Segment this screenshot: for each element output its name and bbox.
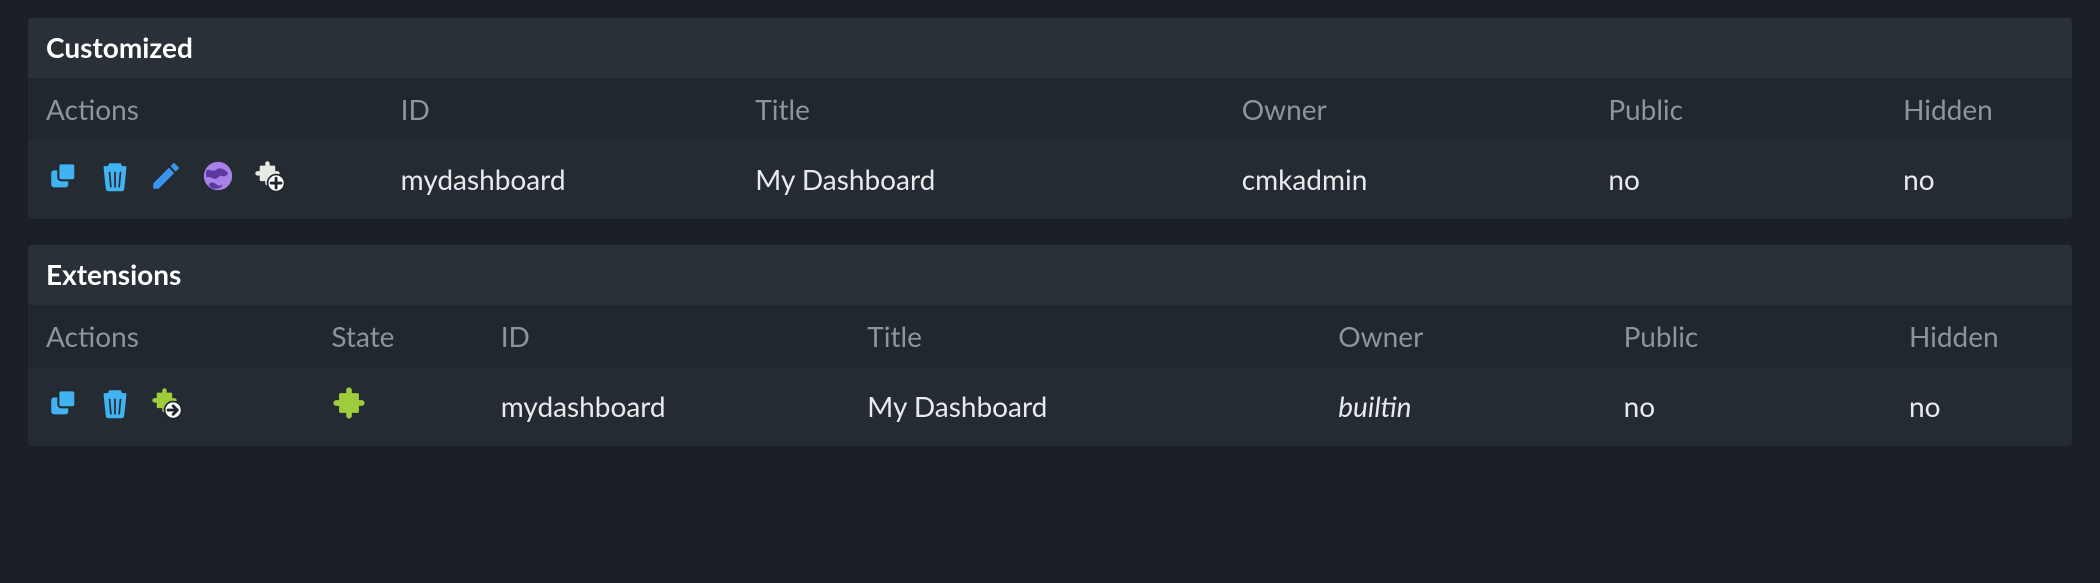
table-row: mydashboard My Dashboard cmkadmin no no [28,140,2072,219]
extensions-table: Actions State ID Title Owner Public Hidd… [28,305,2072,446]
col-header-hidden: Hidden [1885,78,2072,140]
cell-actions [28,367,313,446]
col-header-owner: Owner [1320,305,1605,367]
cell-public: no [1606,367,1891,446]
cell-id: mydashboard [483,367,850,446]
clone-icon[interactable] [46,385,82,421]
delete-icon[interactable] [97,385,133,421]
section-customized: Customized Actions ID Title Owner Public… [28,18,2072,219]
cell-public: no [1590,140,1885,219]
table-header-row: Actions State ID Title Owner Public Hidd… [28,305,2072,367]
table-row: mydashboard My Dashboard builtin no no [28,367,2072,446]
cell-hidden: no [1885,140,2072,219]
col-header-id: ID [483,305,850,367]
cell-title: My Dashboard [737,140,1223,219]
cell-owner: builtin [1320,367,1605,446]
delete-icon[interactable] [97,158,133,194]
edit-icon[interactable] [148,158,184,194]
col-header-public: Public [1590,78,1885,140]
cell-title: My Dashboard [849,367,1320,446]
col-header-id: ID [383,78,738,140]
cell-state [313,367,482,446]
clone-icon[interactable] [46,158,82,194]
section-title: Extensions [28,245,2072,305]
col-header-state: State [313,305,482,367]
cell-actions [28,140,383,219]
col-header-hidden: Hidden [1891,305,2072,367]
add-extension-icon[interactable] [251,158,287,194]
globe-icon[interactable] [200,158,236,194]
col-header-actions: Actions [28,78,383,140]
export-extension-icon[interactable] [148,385,184,421]
cell-id: mydashboard [383,140,738,219]
cell-hidden: no [1891,367,2072,446]
section-title: Customized [28,18,2072,78]
table-header-row: Actions ID Title Owner Public Hidden [28,78,2072,140]
col-header-actions: Actions [28,305,313,367]
customized-table: Actions ID Title Owner Public Hidden [28,78,2072,219]
col-header-owner: Owner [1224,78,1591,140]
section-extensions: Extensions Actions State ID Title Owner … [28,245,2072,446]
extension-state-icon [331,385,367,421]
col-header-public: Public [1606,305,1891,367]
col-header-title: Title [737,78,1223,140]
cell-owner: cmkadmin [1224,140,1591,219]
col-header-title: Title [849,305,1320,367]
